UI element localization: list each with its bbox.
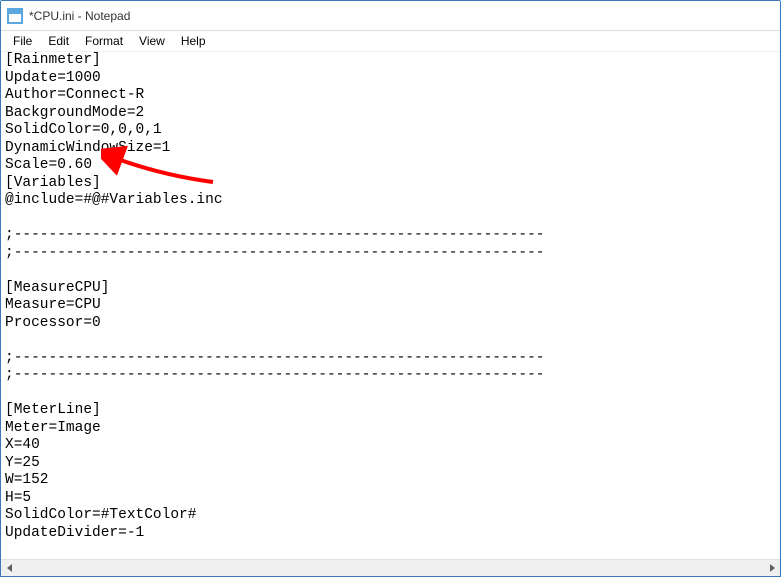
- scroll-track[interactable]: [18, 560, 763, 576]
- menubar: File Edit Format View Help: [1, 31, 780, 52]
- notepad-window: *CPU.ini - Notepad File Edit Format View…: [0, 0, 781, 577]
- window-title: *CPU.ini - Notepad: [29, 9, 130, 23]
- editor-area: [Rainmeter] Update=1000 Author=Connect-R…: [1, 52, 780, 576]
- titlebar[interactable]: *CPU.ini - Notepad: [1, 1, 780, 31]
- menu-help[interactable]: Help: [173, 32, 214, 50]
- scroll-right-arrow[interactable]: [763, 560, 780, 577]
- horizontal-scrollbar[interactable]: [1, 559, 780, 576]
- menu-format[interactable]: Format: [77, 32, 131, 50]
- notepad-icon: [7, 8, 23, 24]
- text-editor[interactable]: [Rainmeter] Update=1000 Author=Connect-R…: [1, 52, 780, 576]
- scroll-left-arrow[interactable]: [1, 560, 18, 577]
- menu-file[interactable]: File: [5, 32, 40, 50]
- menu-edit[interactable]: Edit: [40, 32, 77, 50]
- menu-view[interactable]: View: [131, 32, 173, 50]
